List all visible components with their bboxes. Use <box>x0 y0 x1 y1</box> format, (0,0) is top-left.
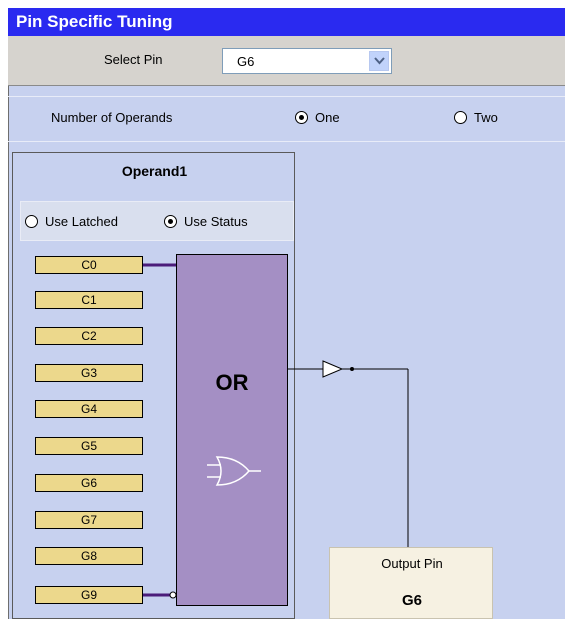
output-pin-value: G6 <box>401 592 422 609</box>
connection-wires <box>143 263 409 599</box>
output-pin-label: Output Pin <box>381 556 443 571</box>
output-pin-box: Output Pin G6 <box>329 547 493 619</box>
buffer-icon <box>322 360 344 378</box>
inverter-bubble-icon <box>169 591 177 599</box>
junction-dot-icon <box>350 367 354 371</box>
